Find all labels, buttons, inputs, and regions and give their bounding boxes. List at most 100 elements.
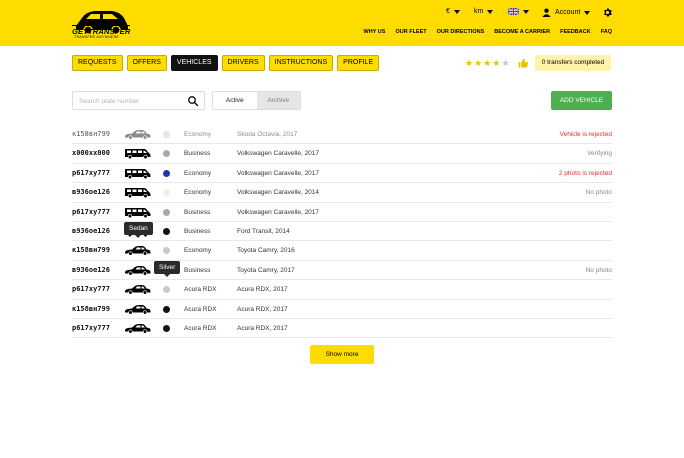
- site-header: GETTRANSFER TRANSFER ANYWHERE € km Accou…: [0, 0, 684, 46]
- sedan-icon: [124, 323, 151, 334]
- car-color-dot: [163, 131, 170, 138]
- vehicle-model: Volkswagen Caravelle, 2017: [237, 169, 320, 177]
- table-row[interactable]: р617ху777 Economy Volkswagen Caravelle, 20…: [72, 164, 612, 184]
- thumbs-up-icon: [518, 58, 529, 68]
- show-more-button[interactable]: Show more: [310, 345, 374, 364]
- tab-offers[interactable]: OFFERS: [126, 55, 167, 71]
- currency-select[interactable]: €: [446, 8, 460, 15]
- vehicle-model: Volkswagen Caravelle, 2014: [237, 189, 320, 197]
- search-box: [72, 91, 205, 110]
- car-color-dot: [163, 286, 170, 294]
- vehicle-class: Acura RDX: [184, 286, 217, 294]
- tab-profile[interactable]: PROFILE: [337, 55, 380, 71]
- plate-number: р617ху777: [72, 168, 110, 177]
- status-filter-toggle: Active Archive: [212, 91, 301, 110]
- vehicle-status: Vehicle is rejected: [559, 131, 612, 138]
- star-icon: ★: [474, 58, 483, 68]
- search-icon[interactable]: [187, 95, 199, 107]
- table-row[interactable]: р617ху777 Business Volkswagen Caravelle, 2…: [72, 203, 612, 222]
- filter-archive[interactable]: Archive: [256, 92, 300, 109]
- nav-why-us[interactable]: WHY US: [364, 29, 386, 35]
- vehicle-model: Skoda Octavia, 2017: [237, 131, 298, 138]
- account-menu[interactable]: Account: [542, 8, 591, 17]
- vehicle-class: Economy: [184, 189, 212, 197]
- add-vehicle-button[interactable]: ADD VEHICLE: [551, 91, 612, 110]
- car-color-dot: [163, 247, 170, 255]
- filter-active[interactable]: Active: [213, 92, 257, 109]
- vehicle-model: Toyota Camry, 2016: [237, 247, 295, 255]
- nav-feedback[interactable]: FEEDBACK: [560, 29, 591, 35]
- tab-instructions[interactable]: INSTRUCTIONS: [268, 55, 334, 71]
- language-select[interactable]: [508, 8, 529, 15]
- currency-value: €: [446, 8, 450, 15]
- minivan-icon: [124, 207, 151, 218]
- star-icon: ★: [483, 58, 492, 68]
- tab-requests[interactable]: REQUESTS: [72, 55, 123, 71]
- car-color-dot: [163, 324, 170, 332]
- vehicle-class: Acura RDX: [184, 305, 217, 313]
- nav-our-directions[interactable]: OUR DIRECTIONS: [437, 29, 485, 35]
- vehicle-status: No photo: [585, 266, 612, 274]
- nav-become-carrier[interactable]: BECOME A CARRIER: [494, 29, 550, 35]
- table-row[interactable]: к158вн799 Acura RDX Acura RDX, 2017: [72, 300, 612, 319]
- vehicle-class: Business: [184, 227, 211, 235]
- vehicle-model: Ford Transit, 2014: [237, 227, 290, 235]
- table-row[interactable]: в936ое126 Economy Volkswagen Caravelle, 20…: [72, 183, 612, 203]
- brand-tagline: TRANSFER ANYWHERE: [74, 35, 120, 39]
- user-icon: [542, 8, 551, 17]
- plate-number: в936ое126: [72, 265, 110, 274]
- car-color-dot: [163, 227, 170, 235]
- gear-icon[interactable]: [602, 7, 613, 18]
- units-select[interactable]: km: [474, 8, 494, 15]
- car-color-dot: [163, 189, 170, 197]
- sedan-icon: [124, 284, 151, 295]
- vehicle-class: Economy: [184, 247, 212, 255]
- minivan-icon: [124, 187, 151, 199]
- vehicle-status: 2 photo is rejected: [558, 169, 612, 177]
- vehicle-class: Economy: [184, 169, 212, 177]
- table-row[interactable]: х000хх000 Business Volkswagen Caravelle, 2…: [72, 144, 612, 164]
- plate-number: к158вн799: [72, 130, 110, 138]
- star-icon: ★: [501, 58, 510, 68]
- sedan-icon: [124, 304, 151, 315]
- vehicle-status: No photo: [585, 189, 612, 197]
- vehicle-model: Acura RDX, 2017: [237, 286, 288, 294]
- car-color-dot: [163, 169, 170, 177]
- vehicle-class: Economy: [184, 131, 212, 138]
- car-color-dot: [163, 305, 170, 313]
- plate-number: к158вн799: [72, 246, 110, 255]
- plate-number: р617ху777: [72, 323, 110, 332]
- star-icon: ★: [465, 58, 474, 68]
- table-row[interactable]: в936ое126 Business Ford Transit, 2014: [72, 222, 612, 242]
- vehicle-class: Business: [184, 150, 211, 158]
- top-nav: WHY US OUR FLEET OUR DIRECTIONS BECOME A…: [364, 29, 612, 35]
- car-color-dot: [163, 208, 170, 216]
- search-input[interactable]: [79, 95, 183, 107]
- nav-our-fleet[interactable]: OUR FLEET: [395, 29, 426, 35]
- plate-number: в936ое126: [72, 226, 110, 235]
- tab-drivers[interactable]: DRIVERS: [221, 55, 265, 71]
- table-row[interactable]: к158вн799 Economy Skoda Octavia, 2017 Vehic…: [72, 125, 612, 145]
- chevron-down-icon: [584, 10, 591, 15]
- sedan-icon: [124, 245, 151, 256]
- chevron-down-icon: [487, 9, 494, 14]
- table-row[interactable]: в936ое126 Business Toyota Camry, 2017 No ph…: [72, 261, 612, 281]
- nav-faq[interactable]: FAQ: [601, 29, 612, 35]
- sedan-icon: [124, 129, 151, 140]
- table-row[interactable]: к158вн799 Economy Toyota Camry, 2016: [72, 241, 612, 261]
- star-icon: ★: [492, 58, 501, 68]
- uk-flag-icon: [508, 8, 519, 15]
- vehicle-class: Business: [184, 208, 211, 216]
- plate-number: р617ху777: [72, 285, 110, 294]
- table-row[interactable]: р617ху777 Acura RDX Acura RDX, 2017: [72, 280, 612, 300]
- plate-number: р617ху777: [72, 207, 110, 216]
- car-color-dot: [163, 150, 170, 158]
- vehicle-class: Business: [184, 266, 211, 274]
- vehicle-model: Volkswagen Caravelle, 2017: [237, 150, 320, 158]
- section-tabs: REQUESTS OFFERS VEHICLES DRIVERS INSTRUC…: [72, 55, 380, 71]
- vehicle-model: Volkswagen Caravelle, 2017: [237, 208, 320, 216]
- table-row[interactable]: р617ху777 Acura RDX Acura RDX, 2017: [72, 319, 612, 339]
- chevron-down-icon: [523, 9, 529, 14]
- tab-vehicles[interactable]: VEHICLES: [170, 55, 218, 71]
- car-type-tooltip: Sedan: [124, 222, 153, 238]
